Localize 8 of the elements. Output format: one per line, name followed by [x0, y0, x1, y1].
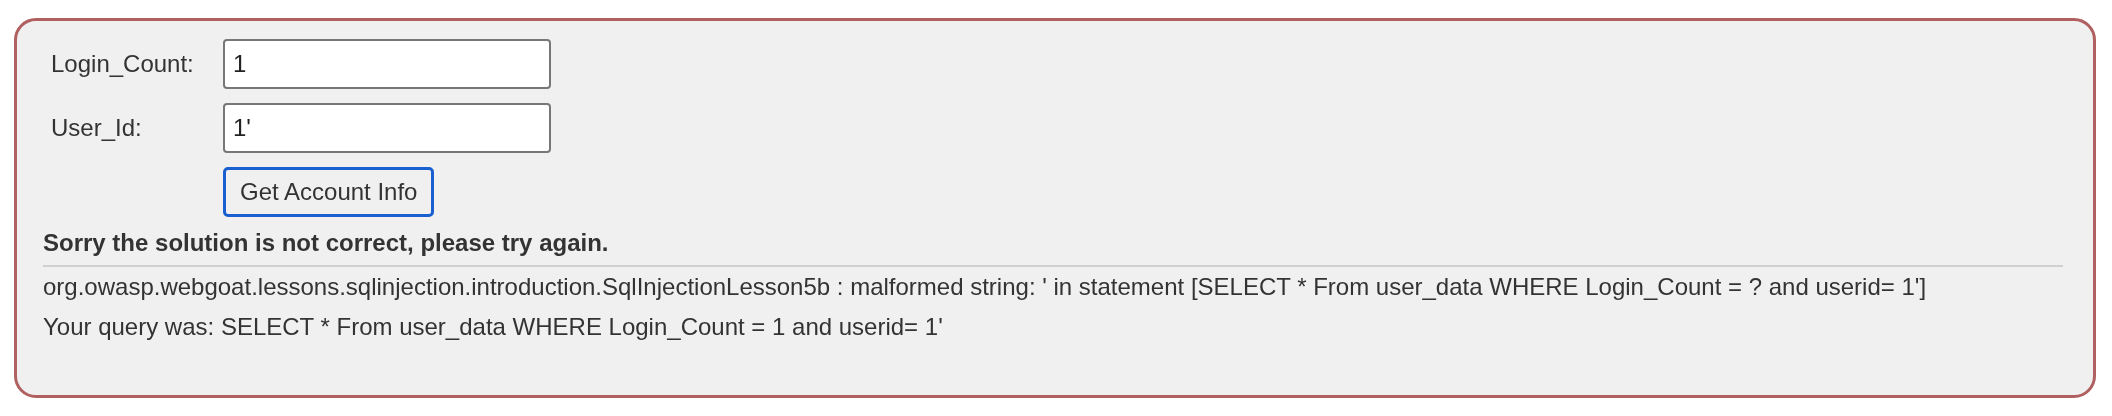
- feedback-message: Your query was: SELECT * From user_data WHERE Login_Count = 1 and userid= 1': [43, 312, 944, 342]
- feedback-message: org.owasp.webgoat.lessons.sqlinjection.introduction.SqlInjectionLesson5b : malformed string: ' in statement [SELECT * From user_data WHERE Login_Count = ? and userid= 1']: [43, 272, 1928, 302]
- input-field[interactable]: 1: [223, 39, 551, 89]
- field-label: User_Id:: [50, 113, 143, 143]
- input-field[interactable]: 1': [223, 103, 551, 153]
- feedback-title: Sorry the solution is not correct, please try again.: [43, 225, 2063, 267]
- field-label: Login_Count:: [50, 49, 195, 79]
- get-account-info-button[interactable]: Get Account Info: [223, 167, 435, 217]
